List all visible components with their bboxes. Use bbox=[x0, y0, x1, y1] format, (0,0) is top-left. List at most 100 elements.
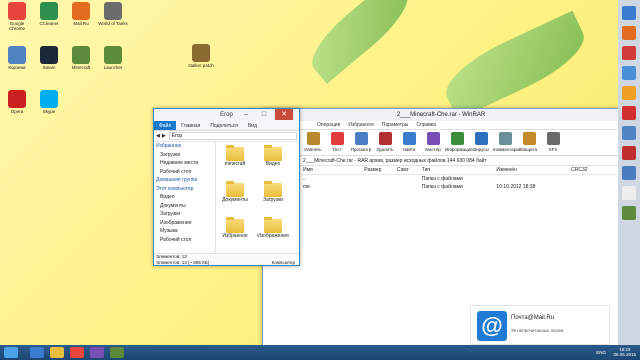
desktop-icon-mailru[interactable]: Mail.Ru bbox=[66, 2, 96, 36]
cell-name: .. bbox=[303, 176, 306, 182]
toolbar-label: Информация bbox=[445, 147, 473, 152]
sidebar-app-icon[interactable] bbox=[622, 126, 636, 140]
folder-item[interactable]: Избранное bbox=[218, 217, 252, 251]
sidebar-app-icon[interactable] bbox=[622, 86, 636, 100]
column-size[interactable]: Размер bbox=[364, 166, 397, 174]
folder-item[interactable]: Изображения bbox=[256, 217, 290, 251]
desktop-icon-wot[interactable]: World of Tanks bbox=[98, 2, 128, 36]
nav-item[interactable]: Этот компьютер bbox=[154, 185, 215, 194]
toolbar-button[interactable]: Информация bbox=[445, 130, 473, 155]
nav-item[interactable]: Видео bbox=[154, 193, 215, 202]
menu-operations[interactable]: Операции bbox=[313, 121, 344, 129]
nav-item[interactable]: Домашняя группа bbox=[154, 176, 215, 185]
explorer-titlebar[interactable]: Егор – □ ✕ bbox=[154, 109, 299, 121]
sidebar-app-icon[interactable] bbox=[622, 46, 636, 60]
toolbar-button[interactable]: Мастер bbox=[421, 130, 445, 155]
right-sidebar bbox=[618, 0, 640, 345]
sidebar-app-icon[interactable] bbox=[622, 206, 636, 220]
desktop-icon-stalker[interactable]: stalker patch bbox=[186, 44, 216, 78]
desktop-icon-steam[interactable]: Steam bbox=[34, 46, 64, 80]
forward-arrow-icon[interactable]: ▶ bbox=[162, 133, 166, 139]
tank-icon bbox=[104, 2, 122, 20]
folder-item[interactable]: Видео bbox=[256, 145, 290, 179]
desktop-icon-launcher[interactable]: Launcher bbox=[98, 46, 128, 80]
address-input[interactable]: Егор bbox=[168, 132, 297, 140]
desktop-icon-ccleaner[interactable]: CCleaner bbox=[34, 2, 64, 36]
tab-view[interactable]: Вид bbox=[243, 121, 262, 130]
toolbar-label: Защита bbox=[521, 147, 537, 152]
cell-modified: 10.10.2012 18:38 bbox=[496, 184, 536, 190]
folder-item[interactable]: Документы bbox=[218, 181, 252, 215]
table-row[interactable]: me Папка с файлами 10.10.2012 18:38 bbox=[263, 183, 619, 191]
column-packed[interactable]: Сжат bbox=[397, 166, 422, 174]
toolbar-icon bbox=[402, 132, 416, 145]
column-type[interactable]: Тип bbox=[422, 166, 497, 174]
table-row[interactable]: .. Папка с файлами bbox=[263, 175, 619, 183]
toolbar-button[interactable]: Тест bbox=[325, 130, 349, 155]
sidebar-app-icon[interactable] bbox=[622, 166, 636, 180]
close-button[interactable]: ✕ bbox=[275, 109, 293, 120]
nav-item[interactable]: Рабочий стол bbox=[154, 236, 215, 245]
location-info: Компьютер bbox=[271, 260, 295, 265]
ie-icon[interactable] bbox=[30, 347, 44, 358]
column-modified[interactable]: Изменён bbox=[496, 166, 571, 174]
nav-item[interactable]: Рабочий стол bbox=[154, 168, 215, 177]
toolbar-icon bbox=[522, 132, 536, 145]
back-arrow-icon[interactable]: ◀ bbox=[156, 133, 160, 139]
mailru-notification[interactable]: @ Почта@Mail.Ru 39 непрочитанных писем bbox=[470, 305, 610, 345]
toolbar-button[interactable]: Вирусы bbox=[469, 130, 493, 155]
sidebar-app-icon[interactable] bbox=[622, 186, 636, 200]
desktop-icon-recycle-bin[interactable]: Корзина bbox=[2, 46, 32, 80]
sidebar-app-icon[interactable] bbox=[622, 6, 636, 20]
nav-item[interactable]: Избранное bbox=[154, 142, 215, 151]
winrar-titlebar[interactable]: 2___Minecraft-Che.rar - WinRAR bbox=[263, 109, 619, 121]
toolbar-button[interactable]: SFX bbox=[541, 130, 565, 155]
start-icon[interactable] bbox=[4, 347, 18, 358]
toolbar-button[interactable]: Удалить bbox=[373, 130, 397, 155]
desktop-icon-label: CCleaner bbox=[39, 21, 59, 26]
nav-item[interactable]: Загрузки bbox=[154, 210, 215, 219]
folder-icon bbox=[264, 217, 282, 233]
column-name[interactable]: Имя bbox=[303, 166, 364, 174]
menu-favorites[interactable]: Избранное bbox=[344, 121, 377, 129]
nav-item[interactable]: Музыка bbox=[154, 227, 215, 236]
desktop-icon-chrome[interactable]: Google Chrome bbox=[2, 2, 32, 36]
toolbar-button[interactable]: Защита bbox=[517, 130, 541, 155]
tab-share[interactable]: Поделиться bbox=[205, 121, 243, 130]
toolbar-button[interactable]: Извлечь bbox=[301, 130, 325, 155]
desktop-icon-label: Opera bbox=[10, 109, 24, 114]
toolbar-button[interactable]: Найти bbox=[397, 130, 421, 155]
sidebar-app-icon[interactable] bbox=[622, 106, 636, 120]
desktop-icon-opera[interactable]: Opera bbox=[2, 90, 32, 124]
clock[interactable]: 18:23 06.05.2015 bbox=[613, 347, 636, 357]
nav-item[interactable]: Недавние места bbox=[154, 159, 215, 168]
menu-options[interactable]: Параметры bbox=[378, 121, 413, 129]
sidebar-app-icon[interactable] bbox=[622, 26, 636, 40]
desktop-icon-skype[interactable]: Skype bbox=[34, 90, 64, 124]
nav-item[interactable]: Документы bbox=[154, 202, 215, 211]
language-indicator[interactable]: ENG bbox=[596, 350, 606, 355]
minecraft-icon[interactable] bbox=[110, 347, 124, 358]
toolbar-label: Тест bbox=[332, 147, 342, 152]
chrome-icon[interactable] bbox=[70, 347, 84, 358]
tab-home[interactable]: Главная bbox=[176, 121, 205, 130]
winrar-icon[interactable] bbox=[90, 347, 104, 358]
minimize-button[interactable]: – bbox=[239, 109, 253, 120]
toolbar-icon bbox=[450, 132, 464, 145]
folder-item[interactable]: minecraft bbox=[218, 145, 252, 179]
folder-item[interactable]: Загрузки bbox=[256, 181, 290, 215]
maximize-button[interactable]: □ bbox=[257, 109, 271, 120]
explorer-icon[interactable] bbox=[50, 347, 64, 358]
taskbar: ENG 18:23 06.05.2015 bbox=[0, 345, 640, 360]
desktop-icon-minecraft[interactable]: Minecraft bbox=[66, 46, 96, 80]
toolbar-button[interactable]: Просмотр bbox=[349, 130, 373, 155]
tab-file[interactable]: Файл bbox=[154, 121, 177, 130]
sidebar-app-icon[interactable] bbox=[622, 146, 636, 160]
menu-help[interactable]: Справка bbox=[412, 121, 440, 129]
toolbar-icon bbox=[306, 132, 320, 145]
nav-item[interactable]: Загрузки bbox=[154, 151, 215, 160]
toolbar-button[interactable]: Комментарий bbox=[493, 130, 521, 155]
column-crc[interactable]: CRC32 bbox=[571, 166, 619, 174]
nav-item[interactable]: Изображения bbox=[154, 219, 215, 228]
sidebar-app-icon[interactable] bbox=[622, 66, 636, 80]
